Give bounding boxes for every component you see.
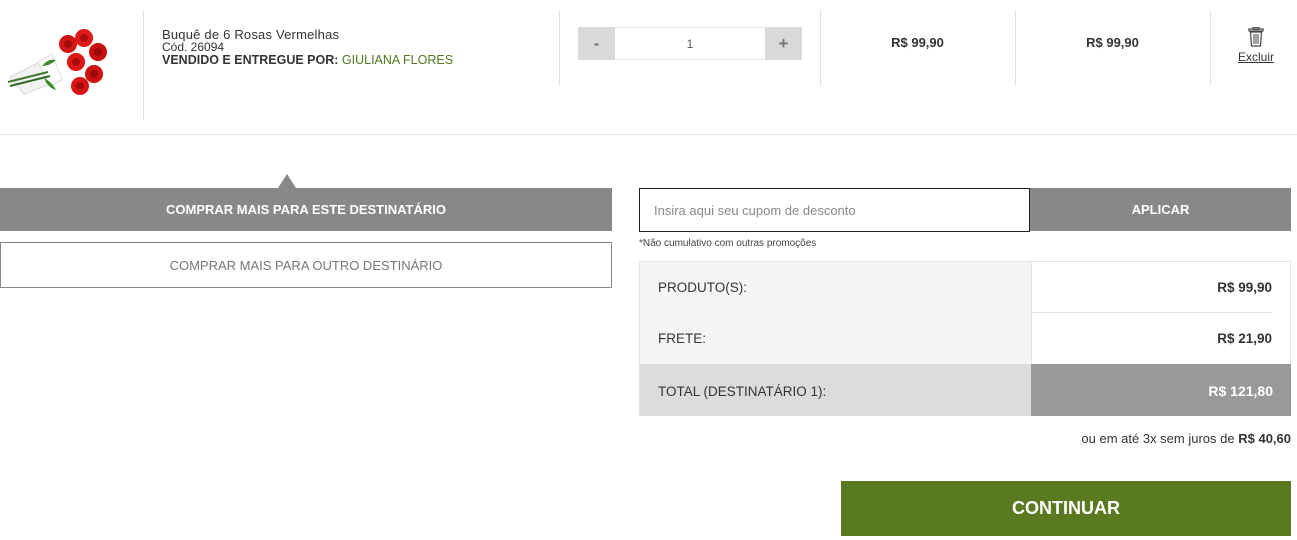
installments-value: R$ 40,60 <box>1238 431 1291 446</box>
apply-coupon-button[interactable]: APLICAR <box>1030 188 1291 231</box>
cart-item-row: Buquê de 6 Rosas Vermelhas Cód. 26094 VE… <box>0 0 1297 135</box>
product-image[interactable] <box>4 22 116 104</box>
quantity-input[interactable]: 1 <box>615 28 765 59</box>
total-label: TOTAL (DESTINATÁRIO 1): <box>658 384 827 399</box>
divider <box>143 10 144 120</box>
installments-info: ou em até 3x sem juros de R$ 40,60 <box>1081 431 1291 446</box>
buy-more-other-recipient-button[interactable]: COMPRAR MAIS PARA OUTRO DESTINÁRIO <box>0 242 612 288</box>
divider <box>559 10 560 86</box>
installments-text: ou em até 3x sem juros de <box>1081 431 1235 446</box>
subtotal-price: R$ 99,90 <box>1086 35 1139 50</box>
continue-button[interactable]: CONTINUAR <box>841 481 1291 536</box>
summary-label-column <box>640 262 1032 364</box>
unit-price: R$ 99,90 <box>891 35 944 50</box>
increase-quantity-button[interactable]: + <box>765 27 802 60</box>
total-value-cell: R$ 121,80 <box>1031 364 1291 416</box>
quantity-stepper: - 1 + <box>578 27 802 60</box>
order-summary: PRODUTO(S): R$ 99,90 FRETE: R$ 21,90 TOT… <box>639 261 1291 416</box>
delete-label[interactable]: Excluir <box>1232 50 1280 64</box>
products-value: R$ 99,90 <box>1217 280 1272 295</box>
product-info: Buquê de 6 Rosas Vermelhas Cód. 26094 VE… <box>162 28 453 67</box>
shipping-label: FRETE: <box>658 331 707 346</box>
total-label-cell: TOTAL (DESTINATÁRIO 1): <box>640 364 1031 416</box>
decrease-quantity-button[interactable]: - <box>578 27 615 60</box>
seller-label: VENDIDO E ENTREGUE POR: <box>162 53 339 67</box>
shipping-value: R$ 21,90 <box>1217 331 1272 346</box>
buy-more-same-recipient-button[interactable]: COMPRAR MAIS PARA ESTE DESTINATÁRIO <box>0 188 612 231</box>
coupon-note: *Não cumulativo com outras promoções <box>639 238 817 249</box>
divider <box>1210 10 1211 86</box>
products-label: PRODUTO(S): <box>658 280 748 295</box>
coupon-input[interactable] <box>639 188 1030 232</box>
active-indicator-arrow <box>278 174 296 188</box>
seller-line: VENDIDO E ENTREGUE POR: GIULIANA FLORES <box>162 54 453 67</box>
total-value: R$ 121,80 <box>1208 383 1273 399</box>
summary-separator <box>1032 312 1272 313</box>
trash-icon <box>1248 27 1264 47</box>
delete-item-button[interactable]: Excluir <box>1232 27 1280 64</box>
seller-name: GIULIANA FLORES <box>341 53 454 67</box>
